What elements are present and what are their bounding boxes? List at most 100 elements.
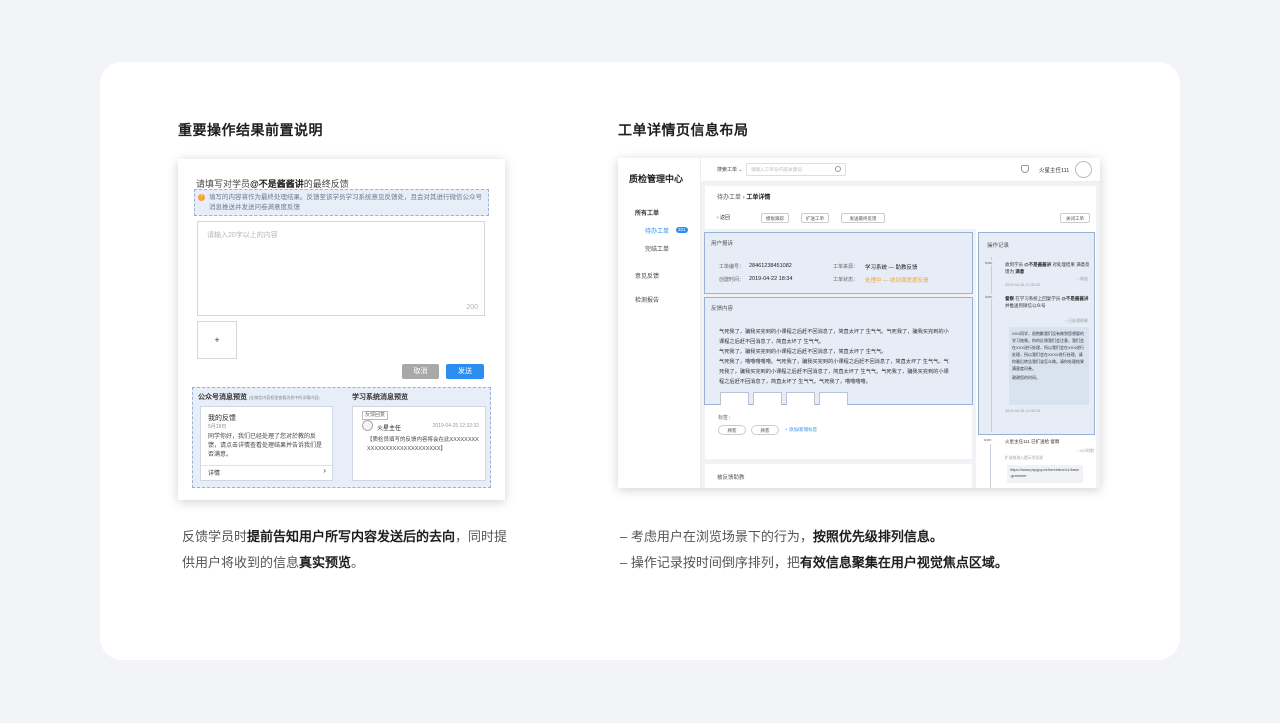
log-expand[interactable]: › 收起 xyxy=(1078,276,1088,282)
caption-part: 。 xyxy=(351,555,365,570)
timeline-line xyxy=(991,257,992,432)
log-student: @不是酱酱讲 xyxy=(1024,262,1052,267)
search-input[interactable]: 请输入工单号/内容关键词 xyxy=(746,163,846,176)
bullet-item: – 操作记录按时间倒序排列，把有效信息聚集在用户视觉焦点区域。 xyxy=(620,550,1060,576)
bullet-item: – 考虑用户在浏览场景下的行为，按照优先级排列信息。 xyxy=(620,524,1060,550)
caption-bold: 提前告知用户所写内容发送后的去向 xyxy=(247,529,456,544)
log-time: 2019-04-26 12:32:33 xyxy=(1005,409,1041,413)
forward-order-button[interactable]: 扩送工单 xyxy=(801,213,829,223)
send-final-feedback-button[interactable]: 发送最终反馈 xyxy=(841,213,885,223)
feedback-content-panel: 反馈内容 气死我了，骗我买完到的小课程之后赶不回消息了，简直太坏了 生气气。气死… xyxy=(704,297,973,420)
wechat-card-divider xyxy=(201,465,332,466)
sender-name: 火星主任 xyxy=(377,426,402,432)
feedback-content-title: 反馈内容 xyxy=(711,306,734,312)
form-heading-prefix: 请填写对学员 xyxy=(196,179,251,189)
brand-title: 质检管理中心 xyxy=(629,174,684,184)
bullet-bold: 有效信息聚集在用户视觉焦点区域 xyxy=(799,555,995,570)
close-order-button[interactable]: 关闭工单 xyxy=(1060,213,1090,223)
avatar[interactable] xyxy=(1075,161,1092,178)
form-tip: ! 填写的内容将作为最终处理结果。反馈至该学员学习系统意见反馈处，且会对其进行微… xyxy=(194,189,489,216)
assistant-section: 被反馈助教 xyxy=(705,464,972,488)
log-expand[interactable]: › 4小时前 xyxy=(1077,448,1094,454)
log-time: 2019-04-26 12:32:32 xyxy=(1005,283,1041,287)
log-entry-2: 督察 在学习系统上回复学员 @不是酱酱讲 并推送到微信公众号 xyxy=(1005,295,1093,309)
breadcrumb-separator: › xyxy=(742,195,745,201)
log-message-box: XXX同学，很抱歉我们没有做到您想要的学习效果。你的反馈我们会注意，我们会在XX… xyxy=(1009,327,1089,405)
log-text: 并推送到微信公众号 xyxy=(1005,303,1046,308)
breadcrumb-current: 工单详情 xyxy=(746,195,771,201)
source-label: 工单来源： xyxy=(833,264,859,270)
avatar xyxy=(362,420,373,431)
warning-icon: ! xyxy=(198,194,205,201)
sidebar-item-report[interactable]: 检测报告 xyxy=(635,295,659,304)
bullet-end: 。 xyxy=(994,555,1008,570)
message-preview-panel: 公众号消息预览 (在微信内容框里查看消息中的详情内容) 学习系统消息预览 我的反… xyxy=(192,387,491,488)
log-entry-1: 收到学员 @不是酱酱讲 对处理结果 满意反馈为 满意 xyxy=(1005,261,1093,275)
sidebar-item-done[interactable]: 完结工单 xyxy=(645,244,669,253)
template-track-button[interactable]: 模板跟踪 xyxy=(761,213,789,223)
wechat-preview-note: (在微信内容框里查看消息中的详情内容) xyxy=(248,395,320,400)
created-label: 创建时间： xyxy=(719,277,745,283)
log-result: 满意 xyxy=(1015,269,1025,274)
top-bar: 搜索工单 ⌄ 请输入工单号/内容关键词 火星主任111 xyxy=(701,158,1100,182)
bell-icon[interactable] xyxy=(1021,165,1029,173)
cancel-button[interactable]: 取消 xyxy=(402,364,439,379)
bullet-bold: 按照优先级排列信息 xyxy=(812,529,930,544)
caption-part: 反馈学员时 xyxy=(182,529,248,544)
log-entry-icon: icon xyxy=(984,437,992,442)
log-message-thanks: 谢谢您的时间。 xyxy=(1012,375,1040,380)
current-user: 火星主任111 xyxy=(1039,168,1070,174)
right-section-title: 工单详情页信息布局 xyxy=(618,122,749,138)
breadcrumb-parent[interactable]: 待办工单 xyxy=(717,195,741,201)
sidebar-item-feedback[interactable]: 意见反馈 xyxy=(635,271,659,280)
system-preview-title: 学习系统消息预览 xyxy=(352,394,408,401)
user-report-panel: 用户报诉 工单编号： 28461238451082 创建时间： 2019-04-… xyxy=(704,232,973,294)
bullet-end: 。 xyxy=(929,529,943,544)
system-message-body: 【质检员填写的反馈内容将会在此XXXXXXXXXXXXXXXXXXXXXXXXX… xyxy=(367,437,479,452)
created-time: 2019-04-22 18:34 xyxy=(749,276,793,282)
log-entry-icon: icon xyxy=(985,294,993,299)
send-button[interactable]: 发送 xyxy=(446,364,484,379)
feedback-line: 课程之后赶不回消息了，简直太坏了 生气气。 xyxy=(719,339,825,345)
order-source: 学习系统 — 助教反馈 xyxy=(865,265,918,271)
caption-bold: 真实预览 xyxy=(299,555,352,570)
char-counter: 200 xyxy=(466,304,478,311)
feedback-line: 气死我了，骗我买完到的小课程之后赶不回消息了，简直太坏了 生气气。气死我了，骗我… xyxy=(719,329,949,335)
page-header: 待办工单 › 工单详情 ‹ 返回 模板跟踪 扩送工单 发送最终反馈 关闭工单 xyxy=(705,186,1096,229)
log-actor: 督察 xyxy=(1005,296,1014,301)
search-icon xyxy=(835,166,841,172)
sidebar-item-all[interactable]: 所有工单 xyxy=(635,208,659,217)
log-text: 收到学员 xyxy=(1005,262,1023,267)
wechat-card-title: 我的反馈 xyxy=(208,415,236,422)
textarea-placeholder: 请输入20字以上的内容 xyxy=(207,232,278,239)
feedback-line: 死我了，骗我买完到的小课程之后赶不回消息了，简直太坏了 生气气。气死我了，骗我买… xyxy=(719,369,949,375)
back-button[interactable]: ‹ 返回 xyxy=(717,214,730,221)
reply-tag: 反馈回复 xyxy=(362,411,389,420)
user-report-title: 用户报诉 xyxy=(711,241,734,247)
bullet-dash: – xyxy=(620,529,628,544)
log-link[interactable]: https://www.pspypy.cn/kereinline/c1/base… xyxy=(1007,465,1083,483)
feedback-text: 气死我了，骗我买完到的小课程之后赶不回消息了，简直太坏了 生气气。气死我了，骗我… xyxy=(719,327,971,387)
log-message: XXX同学，很抱歉我们没有做到您想要的学习效果。你的反馈我们会注意，我们会在XX… xyxy=(1012,331,1085,371)
operation-log-highlight: 操作记录 icon 收到学员 @不是酱酱讲 对处理结果 满意反馈为 满意 › 收… xyxy=(978,232,1095,435)
add-tag-link[interactable]: + 添加/新增标签 xyxy=(785,427,817,433)
log-expand[interactable]: › 已处理结果 xyxy=(1066,318,1088,324)
work-order-screenshot: 质检管理中心 所有工单 待办工单 321 完结工单 意见反馈 检测报告 搜索工单… xyxy=(618,158,1100,488)
tag-chip[interactable]: 顾客 xyxy=(751,425,779,435)
log-text: 在学习系统上回复学员 xyxy=(1015,296,1061,301)
wechat-card-body: 同学你好，我们已经处理了您对於教的反馈，请点击详情查看处理结果并告诉我们是否满意… xyxy=(208,434,323,458)
feedback-line: 程之后赶不回消息了，简直太坏了 生气气。气死我了，噜噜噜噜。 xyxy=(719,379,871,385)
sidebar: 质检管理中心 所有工单 待办工单 321 完结工单 意见反馈 检测报告 xyxy=(618,158,701,488)
upload-image-button[interactable]: + xyxy=(197,321,237,359)
tag-chip[interactable]: 顾客 xyxy=(718,425,746,435)
feedback-textarea[interactable]: 请输入20字以上的内容 200 xyxy=(197,221,485,316)
sidebar-item-pending[interactable]: 待办工单 xyxy=(645,226,669,235)
message-time: 2019-04-25 12:32:32 xyxy=(432,423,479,429)
system-message-card: 反馈回复 火星主任 2019-04-25 12:32:32 【质检员填写的反馈内… xyxy=(352,406,486,481)
right-caption: – 考虑用户在浏览场景下的行为，按照优先级排列信息。 – 操作记录按时间倒序排列… xyxy=(620,524,1060,576)
wechat-message-card: 我的反馈 5月19日 同学你好，我们已经处理了您对於教的反馈，请点击详情查看处理… xyxy=(200,406,333,481)
log-entry-3: 火星主任111 已扩送给 督察 xyxy=(1005,439,1060,444)
wechat-detail-link[interactable]: 详情 xyxy=(208,468,220,477)
search-type-select[interactable]: 搜索工单 ⌄ xyxy=(717,166,743,173)
bullet-dash: – xyxy=(620,555,628,570)
